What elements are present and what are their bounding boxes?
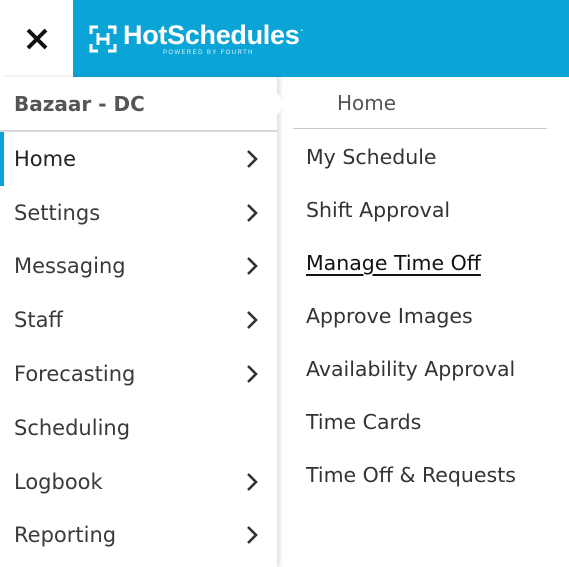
chevron-right-icon bbox=[247, 257, 258, 276]
nav-item-logbook[interactable]: Logbook bbox=[0, 455, 277, 509]
logo-mark-icon bbox=[89, 25, 117, 52]
submenu-item-time-off-and-requests[interactable]: Time Off & Requests bbox=[293, 448, 569, 501]
nav-item-label: Logbook bbox=[14, 469, 103, 494]
location-name: Bazaar - DC bbox=[14, 91, 145, 116]
hotschedules-logo[interactable]: HotSchedules. POWERED BY FOURTH bbox=[89, 19, 303, 56]
chevron-right-icon bbox=[247, 526, 258, 545]
submenu-item-label: Availability Approval bbox=[306, 356, 516, 381]
nav-item-label: Forecasting bbox=[14, 362, 136, 387]
nav-item-label: Scheduling bbox=[14, 415, 131, 440]
nav-item-label: Messaging bbox=[14, 254, 126, 279]
nav-item-forecasting[interactable]: Forecasting bbox=[0, 347, 277, 401]
submenu-item-label: Approve Images bbox=[306, 303, 473, 328]
panel-pointer bbox=[277, 93, 286, 115]
submenu-heading-label: Home bbox=[337, 90, 397, 115]
nav-item-label: Staff bbox=[14, 308, 63, 333]
main-nav-list: Home Settings Messaging Staff Forecasting Sch… bbox=[0, 132, 277, 562]
submenu-item-label: Time Off & Requests bbox=[306, 462, 516, 487]
submenu-list: My Schedule Shift Approval Manage Time Off… bbox=[293, 129, 569, 501]
brand-tagline: POWERED BY FOURTH bbox=[163, 49, 254, 56]
nav-item-label: Home bbox=[14, 146, 77, 171]
brand-name: HotSchedules. bbox=[123, 19, 303, 50]
submenu-item-label: Manage Time Off bbox=[306, 250, 481, 275]
nav-item-settings[interactable]: Settings bbox=[0, 186, 277, 240]
nav-item-staff[interactable]: Staff bbox=[0, 293, 277, 347]
main-nav-panel: Bazaar - DC Home Settings Messaging Staff Fo… bbox=[0, 77, 286, 567]
nav-item-scheduling[interactable]: Scheduling bbox=[0, 401, 277, 455]
chevron-right-icon bbox=[247, 472, 258, 491]
submenu-item-label: Time Cards bbox=[306, 409, 422, 434]
nav-item-messaging[interactable]: Messaging bbox=[0, 240, 277, 294]
close-menu-button[interactable] bbox=[0, 0, 73, 77]
nav-item-reporting[interactable]: Reporting bbox=[0, 509, 277, 563]
location-selector[interactable]: Bazaar - DC bbox=[0, 77, 286, 132]
nav-item-label: Settings bbox=[14, 200, 101, 225]
brand-header: HotSchedules. POWERED BY FOURTH bbox=[73, 0, 569, 77]
submenu-item-approve-images[interactable]: Approve Images bbox=[293, 289, 569, 342]
nav-item-label: Reporting bbox=[14, 523, 117, 548]
chevron-right-icon bbox=[247, 365, 258, 383]
submenu-item-label: My Schedule bbox=[306, 144, 437, 169]
submenu-item-my-schedule[interactable]: My Schedule bbox=[293, 130, 569, 183]
submenu-heading: Home bbox=[293, 77, 547, 129]
submenu-item-availability-approval[interactable]: Availability Approval bbox=[293, 342, 569, 395]
chevron-right-icon bbox=[247, 203, 258, 222]
submenu-item-time-cards[interactable]: Time Cards bbox=[293, 395, 569, 448]
chevron-right-icon bbox=[247, 149, 258, 168]
submenu-item-shift-approval[interactable]: Shift Approval bbox=[293, 183, 569, 236]
close-icon bbox=[26, 28, 47, 49]
chevron-right-icon bbox=[247, 311, 258, 330]
submenu-item-label: Shift Approval bbox=[306, 197, 451, 222]
submenu-item-manage-time-off[interactable]: Manage Time Off bbox=[293, 236, 569, 289]
nav-item-home[interactable]: Home bbox=[0, 132, 277, 186]
submenu-panel: Home My Schedule Shift Approval Manage Tim… bbox=[293, 77, 569, 567]
